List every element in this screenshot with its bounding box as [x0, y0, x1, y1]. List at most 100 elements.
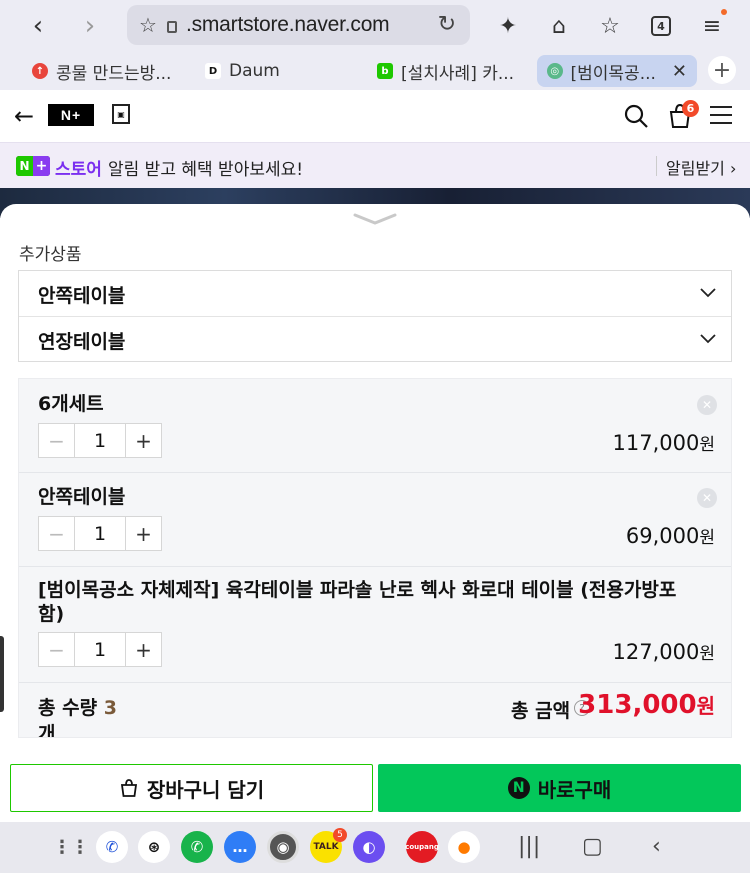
- call-app-icon[interactable]: ✆: [181, 831, 213, 863]
- notification-dot: [721, 9, 727, 15]
- decrease-qty-button[interactable]: −: [39, 517, 74, 550]
- selected-items-list: 6개세트 ✕ − 1 + 117,000원 안쪽테이블 ✕ − 1 + 69,0…: [18, 378, 732, 738]
- tabs-icon[interactable]: 4: [645, 10, 677, 42]
- addon-section-label: 추가상품: [19, 245, 82, 265]
- currency: 원: [699, 528, 715, 548]
- total-quantity: 총 수량 3 개: [38, 695, 138, 738]
- item-price: 127,000원: [613, 639, 715, 664]
- ai-sparkle-icon[interactable]: ✦: [492, 10, 524, 42]
- chevron-down-icon: [700, 334, 716, 344]
- quantity-stepper: − 1 +: [38, 632, 162, 667]
- coupang-app-icon[interactable]: coupang: [405, 831, 439, 863]
- close-tab-icon[interactable]: ✕: [672, 61, 687, 82]
- store-favicon-icon: ◎: [547, 63, 563, 79]
- quantity-stepper: − 1 +: [38, 423, 162, 458]
- back-nav-icon[interactable]: ‹: [652, 834, 661, 859]
- tab-count: 4: [651, 16, 671, 36]
- order-total-row: 총 수량 3개 총 금액 ? 313,000원: [19, 683, 731, 738]
- tab-label: 콩물 만드는방...: [56, 63, 172, 84]
- increase-qty-button[interactable]: +: [126, 633, 161, 666]
- addon-dropdown-inner-table[interactable]: 안쪽테이블: [19, 271, 731, 316]
- add-to-cart-button[interactable]: 장바구니 담기: [10, 764, 373, 812]
- item-price: 117,000원: [613, 430, 715, 455]
- cart-button-label: 장바구니 담기: [146, 777, 265, 802]
- total-qty-unit: 개: [38, 723, 56, 738]
- tab-label: [범이목공...: [570, 63, 656, 84]
- browser-toolbar: ‹ › ☆ .smartstore.naver.com ↻ ✦ ⌂ ☆ 4 ≡: [0, 0, 750, 52]
- tab-3[interactable]: b [설치사례] 카...: [377, 55, 514, 87]
- carrot-app-icon[interactable]: ●: [448, 831, 480, 863]
- price-value: 69,000: [625, 524, 700, 548]
- total-qty-label: 총 수량: [38, 697, 98, 719]
- kakao-badge: 5: [333, 828, 347, 842]
- home-nav-icon[interactable]: ▢: [582, 834, 603, 859]
- buy-button-label: 바로구매: [537, 777, 612, 802]
- increase-qty-button[interactable]: +: [126, 517, 161, 550]
- tab-1[interactable]: ↑ 콩물 만드는방...: [32, 55, 171, 87]
- store-logo-icon[interactable]: ▣: [112, 104, 130, 124]
- price-value: 117,000: [612, 431, 700, 455]
- price-value: 127,000: [612, 640, 700, 664]
- currency: 원: [699, 644, 715, 664]
- search-icon[interactable]: [623, 103, 649, 129]
- nplus-store-badge: N +: [16, 156, 50, 176]
- total-qty-value: 3: [103, 697, 117, 719]
- selected-item: [범이목공소 자체제작] 육각테이블 파라솔 난로 헥사 화로대 테이블 (전용…: [19, 567, 731, 682]
- quantity-stepper: − 1 +: [38, 516, 162, 551]
- decrease-qty-button[interactable]: −: [39, 633, 74, 666]
- edge-panel-handle[interactable]: [0, 636, 4, 712]
- buy-now-button[interactable]: N 바로구매: [378, 764, 741, 812]
- option-bottom-sheet: 추가상품 안쪽테이블 연장테이블 6개세트 ✕ − 1 + 117,000원 안…: [0, 204, 750, 756]
- cart-count-badge: 6: [682, 100, 699, 117]
- addon-label: 연장테이블: [38, 331, 126, 353]
- camera-app-icon[interactable]: ◉: [267, 831, 299, 863]
- remove-item-icon[interactable]: ✕: [697, 395, 717, 415]
- messages-app-icon[interactable]: …: [224, 831, 256, 863]
- naver-plus-logo[interactable]: N+: [48, 104, 94, 126]
- qty-value[interactable]: 1: [74, 424, 126, 457]
- home-icon[interactable]: ⌂: [543, 10, 575, 42]
- favicon-icon: ↑: [32, 63, 48, 79]
- site-header: ← N+ ▣: [0, 90, 750, 142]
- brand-plus: +: [33, 156, 50, 176]
- currency: 원: [699, 435, 715, 455]
- total-amount: 313,000원: [578, 690, 715, 720]
- new-tab-button[interactable]: +: [708, 56, 736, 84]
- back-arrow-icon[interactable]: ←: [14, 102, 34, 130]
- address-bar[interactable]: ☆ .smartstore.naver.com ↻: [127, 5, 470, 45]
- android-navigation-bar: ⋮⋮ ✆ ⊛ ✆ … ◉ TALK 5 ◐ coupang ● ||| ▢ ‹: [0, 822, 750, 873]
- subscribe-alert-button[interactable]: 알림받기 ›: [666, 155, 736, 179]
- item-name: [범이목공소 자체제작] 육각테이블 파라솔 난로 헥사 화로대 테이블 (전용…: [38, 579, 677, 625]
- item-price: 69,000원: [626, 523, 715, 548]
- addon-dropdown-extension-table[interactable]: 연장테이블: [19, 317, 731, 362]
- shopping-bag-icon: [120, 779, 137, 797]
- browser-forward-button[interactable]: ›: [72, 8, 108, 44]
- decrease-qty-button[interactable]: −: [39, 424, 74, 457]
- bookmark-star-icon[interactable]: ☆: [139, 13, 157, 37]
- phone-app-icon[interactable]: ✆: [96, 831, 128, 863]
- notice-message: 알림 받고 혜택 받아보세요!: [108, 160, 304, 180]
- addon-dropdown-group: 안쪽테이블 연장테이블: [18, 270, 732, 362]
- notification-banner: N + 스토어 알림 받고 혜택 받아보세요! 알림받기 ›: [0, 142, 750, 188]
- internet-app-icon[interactable]: ◐: [353, 831, 385, 863]
- store-label: 스토어: [55, 160, 102, 180]
- reload-icon[interactable]: ↻: [438, 12, 456, 37]
- bookmarks-icon[interactable]: ☆: [594, 10, 626, 42]
- qty-value[interactable]: 1: [74, 517, 126, 550]
- browser-tab-strip: ↑ 콩물 만드는방... D Daum b [설치사례] 카... ◎ [범이목…: [0, 52, 750, 90]
- remove-item-icon[interactable]: ✕: [697, 488, 717, 508]
- chatgpt-app-icon[interactable]: ⊛: [138, 831, 170, 863]
- increase-qty-button[interactable]: +: [126, 424, 161, 457]
- app-drawer-icon[interactable]: ⋮⋮: [53, 831, 89, 863]
- tab-2[interactable]: D Daum: [205, 55, 280, 87]
- brand-n: N: [16, 156, 33, 176]
- lock-icon: [166, 21, 177, 33]
- sheet-collapse-handle-icon[interactable]: [352, 212, 398, 226]
- hamburger-menu-icon[interactable]: [710, 106, 732, 124]
- item-name: 6개세트: [38, 393, 104, 415]
- browser-back-button[interactable]: ‹: [20, 8, 56, 44]
- item-name: 안쪽테이블: [38, 486, 126, 508]
- recent-apps-icon[interactable]: |||: [518, 834, 540, 859]
- tab-4-active[interactable]: ◎ [범이목공... ✕: [537, 55, 697, 87]
- qty-value[interactable]: 1: [74, 633, 126, 666]
